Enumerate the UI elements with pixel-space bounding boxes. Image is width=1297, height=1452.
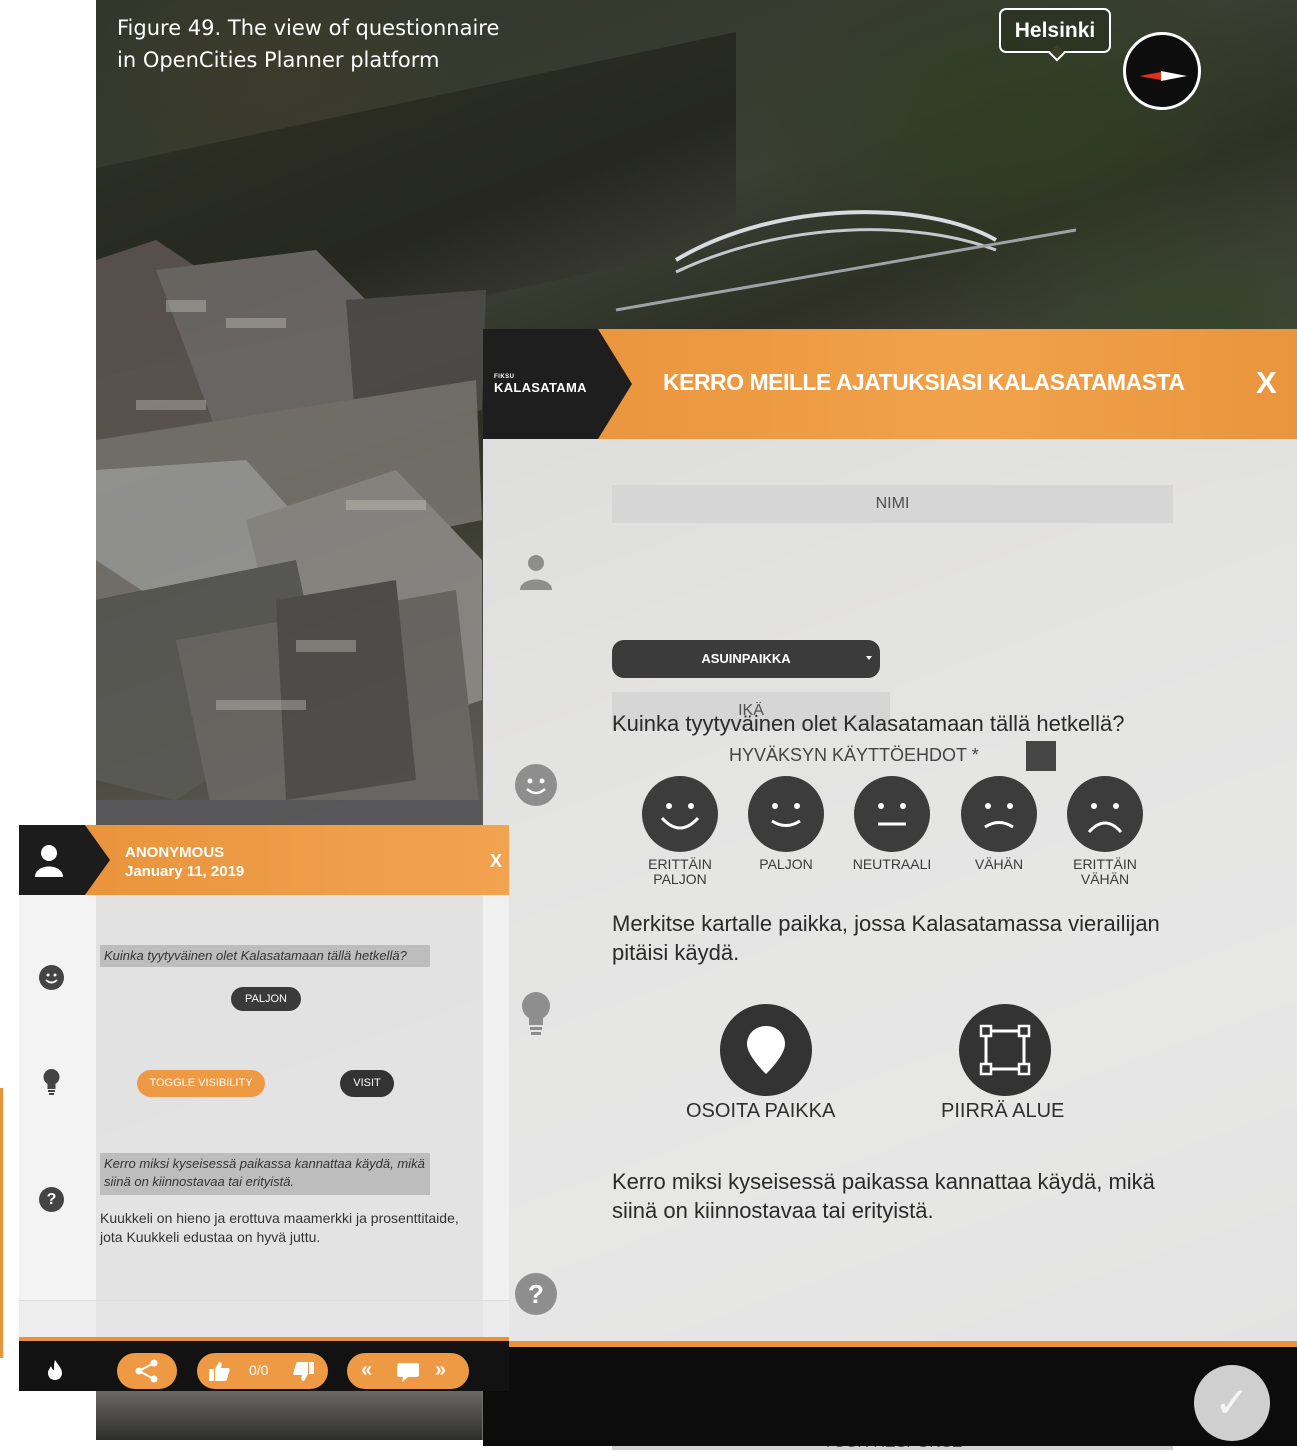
previous-comment-button[interactable]: « [361, 1359, 372, 1382]
harbor-strip [96, 1390, 482, 1440]
name-field[interactable] [612, 485, 1173, 523]
city-label[interactable]: Helsinki [999, 8, 1111, 53]
compass-icon[interactable] [1123, 32, 1201, 110]
option-label: NEUTRAALI [852, 856, 932, 872]
neutral-face-icon[interactable] [854, 776, 930, 852]
question-icon: ? [39, 1187, 64, 1212]
chevron-down-icon [866, 656, 872, 660]
option-label: PALJON [759, 856, 813, 872]
residence-select[interactable]: ASUINPAIKKA [612, 640, 880, 678]
card-question-why-visit: Kerro miksi kyseisessä paikassa kannatta… [100, 1153, 430, 1195]
user-icon [35, 845, 63, 877]
avatar [19, 825, 110, 895]
toggle-visibility-button[interactable]: TOGGLE VISIBILITY [137, 1070, 265, 1097]
happy-face-icon[interactable] [748, 776, 824, 852]
share-button[interactable] [117, 1353, 177, 1389]
terms-label: HYVÄKSYN KÄYTTÖEHDOT * [729, 745, 979, 765]
draw-area-icon[interactable] [959, 1004, 1051, 1096]
thumbs-down-icon[interactable] [292, 1361, 316, 1383]
card-answer-text: Kuukkeli on hieno ja erottuva maamerkki … [100, 1210, 459, 1245]
edge-accent [0, 1088, 3, 1358]
option-label: ERITTÄIN VÄHÄN [1073, 856, 1137, 887]
option-label: VÄHÄN [974, 856, 1024, 872]
user-icon [515, 550, 557, 592]
lightbulb-icon [39, 1067, 64, 1095]
comment-icon[interactable] [396, 1361, 420, 1383]
smiley-icon [515, 764, 557, 806]
thumbs-up-icon[interactable] [207, 1360, 231, 1382]
sad-face-icon[interactable] [961, 776, 1037, 852]
figure-caption: Figure 49. The view of questionnaire in … [117, 12, 537, 76]
questionnaire-panel: FIKSU KALASATAMA KERRO MEILLE AJATUKSIAS… [483, 329, 1297, 1451]
answer-badge: PALJON [231, 987, 301, 1011]
submit-button[interactable]: ✓ [1194, 1365, 1270, 1441]
caption-line-2: in OpenCities Planner platform [117, 48, 440, 72]
very-happy-face-icon[interactable] [642, 776, 718, 852]
close-button[interactable]: X [490, 851, 502, 872]
very-sad-face-icon[interactable] [1067, 776, 1143, 852]
point-place-label: OSOITA PAIKKA [686, 1100, 836, 1122]
card-body: ? Kuinka tyytyväinen olet Kalasatamaan t… [19, 895, 509, 1300]
comment-date: January 11, 2019 [125, 863, 245, 880]
map-pin-icon[interactable] [720, 1004, 812, 1096]
caption-line-1: Figure 49. The view of questionnaire [117, 16, 500, 40]
panel-header: FIKSU KALASATAMA KERRO MEILLE AJATUKSIAS… [483, 329, 1297, 439]
card-divider-strip [19, 1300, 509, 1338]
comment-author: ANONYMOUS [125, 844, 225, 861]
card-question-satisfaction: Kuinka tyytyväinen olet Kalasatamaan täl… [100, 945, 430, 967]
question-icon: ? [515, 1273, 557, 1315]
lightbulb-icon [515, 989, 557, 1035]
card-header: ANONYMOUS January 11, 2019 X [19, 825, 509, 895]
share-icon [135, 1359, 158, 1383]
panel-title: KERRO MEILLE AJATUKSIASI KALASATAMASTA [663, 369, 1185, 395]
card-footer: 0/0 « » [19, 1337, 509, 1391]
panel-body: ? ASUINPAIKKA HYVÄKSYN KÄYTTÖEHDOT * Kui… [483, 439, 1297, 1451]
residence-select-label: ASUINPAIKKA [701, 651, 791, 666]
logo-text: KALASATAMA [494, 380, 587, 395]
panel-footer [483, 1341, 1297, 1446]
question-why-visit: Kerro miksi kyseisessä paikassa kannatta… [612, 1169, 1155, 1223]
compass-needle-white [1161, 71, 1187, 81]
visit-button[interactable]: VISIT [340, 1070, 394, 1097]
compass-needle-red [1139, 72, 1161, 80]
smiley-icon [39, 965, 64, 990]
vote-count: 0/0 [249, 1362, 269, 1378]
question-visit-place: Merkitse kartalle paikka, jossa Kalasata… [612, 911, 1160, 965]
terms-checkbox[interactable] [1026, 741, 1056, 771]
question-satisfaction: Kuinka tyytyväinen olet Kalasatamaan täl… [612, 711, 1125, 736]
draw-area-label: PIIRRÄ ALUE [941, 1100, 1065, 1122]
kalasatama-logo: FIKSU KALASATAMA [483, 329, 632, 439]
comment-card: ANONYMOUS January 11, 2019 X ? Kuinka ty… [19, 825, 509, 1391]
fire-icon[interactable] [45, 1359, 65, 1386]
close-button[interactable]: X [1256, 365, 1277, 401]
vote-group: 0/0 [197, 1353, 328, 1389]
option-label: ERITTÄIN PALJON [648, 856, 712, 887]
comment-navigation: « » [347, 1353, 469, 1389]
next-comment-button[interactable]: » [435, 1359, 446, 1382]
